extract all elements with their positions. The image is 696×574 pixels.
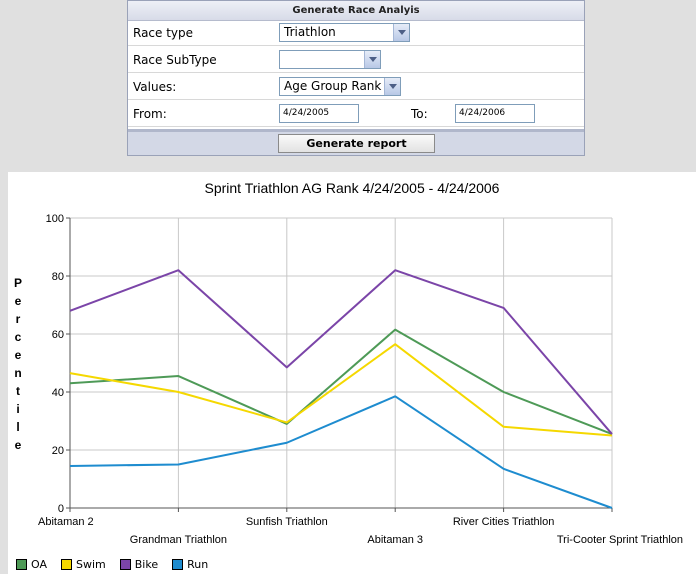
x-tick-label: Sunfish Triathlon [246, 516, 328, 528]
y-axis-label-letter: c [15, 330, 22, 344]
legend-item-oa: OA [16, 558, 47, 571]
y-tick-label: 0 [58, 503, 64, 515]
x-tick-label: River Cities Triathlon [453, 516, 554, 528]
y-tick-label: 100 [46, 213, 64, 225]
race-type-label: Race type [133, 26, 194, 40]
legend-swatch [16, 559, 27, 570]
series-line-run [69, 395, 613, 509]
line-chart: Sprint Triathlon AG Rank 4/24/2005 - 4/2… [14, 180, 683, 546]
chevron-down-icon[interactable] [393, 24, 409, 41]
race-subtype-label: Race SubType [133, 53, 217, 67]
legend-label: OA [31, 558, 47, 571]
series-line-bike [69, 269, 613, 435]
legend-item-run: Run [172, 558, 208, 571]
chart-title: Sprint Triathlon AG Rank 4/24/2005 - 4/2… [205, 180, 500, 196]
legend-label: Run [187, 558, 209, 571]
legend-swatch [61, 559, 72, 570]
generate-report-button[interactable]: Generate report [278, 134, 435, 153]
race-subtype-select[interactable] [279, 50, 381, 69]
to-date-input[interactable]: 4/24/2006 [455, 104, 535, 123]
x-tick-label: Abitaman 3 [367, 534, 423, 546]
values-value: Age Group Rank [284, 79, 382, 93]
values-row: Values: Age Group Rank [128, 75, 584, 100]
series-line-swim [69, 343, 613, 437]
legend-label: Swim [76, 558, 106, 571]
from-label: From: [133, 107, 167, 121]
y-axis-label-letter: i [16, 402, 19, 416]
legend-item-bike: Bike [119, 558, 159, 571]
legend-item-swim: Swim [61, 558, 106, 571]
to-label: To: [411, 107, 428, 121]
x-tick-label: Abitaman 2 [38, 516, 94, 528]
race-type-select[interactable]: Triathlon [279, 23, 410, 42]
y-tick-label: 60 [52, 329, 64, 341]
chart-legend: OA Swim Bike Run [16, 558, 222, 571]
y-axis-label-letter: l [16, 420, 19, 434]
y-axis-label-letter: P [14, 276, 22, 290]
from-date-input[interactable]: 4/24/2005 [279, 104, 359, 123]
chevron-down-icon[interactable] [364, 51, 380, 68]
chevron-down-icon[interactable] [384, 78, 400, 95]
legend-swatch [172, 559, 184, 570]
panel-footer: Generate report [128, 129, 584, 155]
y-axis-label-letter: t [16, 384, 20, 398]
x-tick-label: Grandman Triathlon [130, 534, 227, 546]
chart-area: Sprint Triathlon AG Rank 4/24/2005 - 4/2… [8, 172, 696, 574]
values-select[interactable]: Age Group Rank [279, 77, 401, 96]
y-axis-label-letter: e [15, 348, 22, 362]
race-type-value: Triathlon [284, 25, 336, 39]
legend-swatch [119, 559, 131, 570]
legend-label: Bike [134, 558, 159, 571]
panel-header: Generate Race Analyis [128, 1, 584, 21]
y-axis-label-letter: r [16, 312, 21, 326]
x-tick-label: Tri-Cooter Sprint Triathlon [557, 534, 683, 546]
y-tick-label: 20 [52, 445, 64, 457]
y-axis-label-letter: n [14, 366, 21, 380]
y-tick-label: 40 [52, 387, 64, 399]
series-line-oa [69, 328, 613, 435]
race-type-row: Race type Triathlon [128, 21, 584, 46]
date-range-row: From: 4/24/2005 To: 4/24/2006 [128, 102, 584, 127]
generate-race-analysis-panel: Generate Race Analyis Race type Triathlo… [127, 0, 585, 156]
y-axis-label-letter: e [15, 438, 22, 452]
y-tick-label: 80 [52, 271, 64, 283]
race-subtype-row: Race SubType [128, 48, 584, 73]
y-axis-label: Percentile [14, 276, 22, 452]
y-axis-label-letter: e [15, 294, 22, 308]
values-label: Values: [133, 80, 177, 94]
